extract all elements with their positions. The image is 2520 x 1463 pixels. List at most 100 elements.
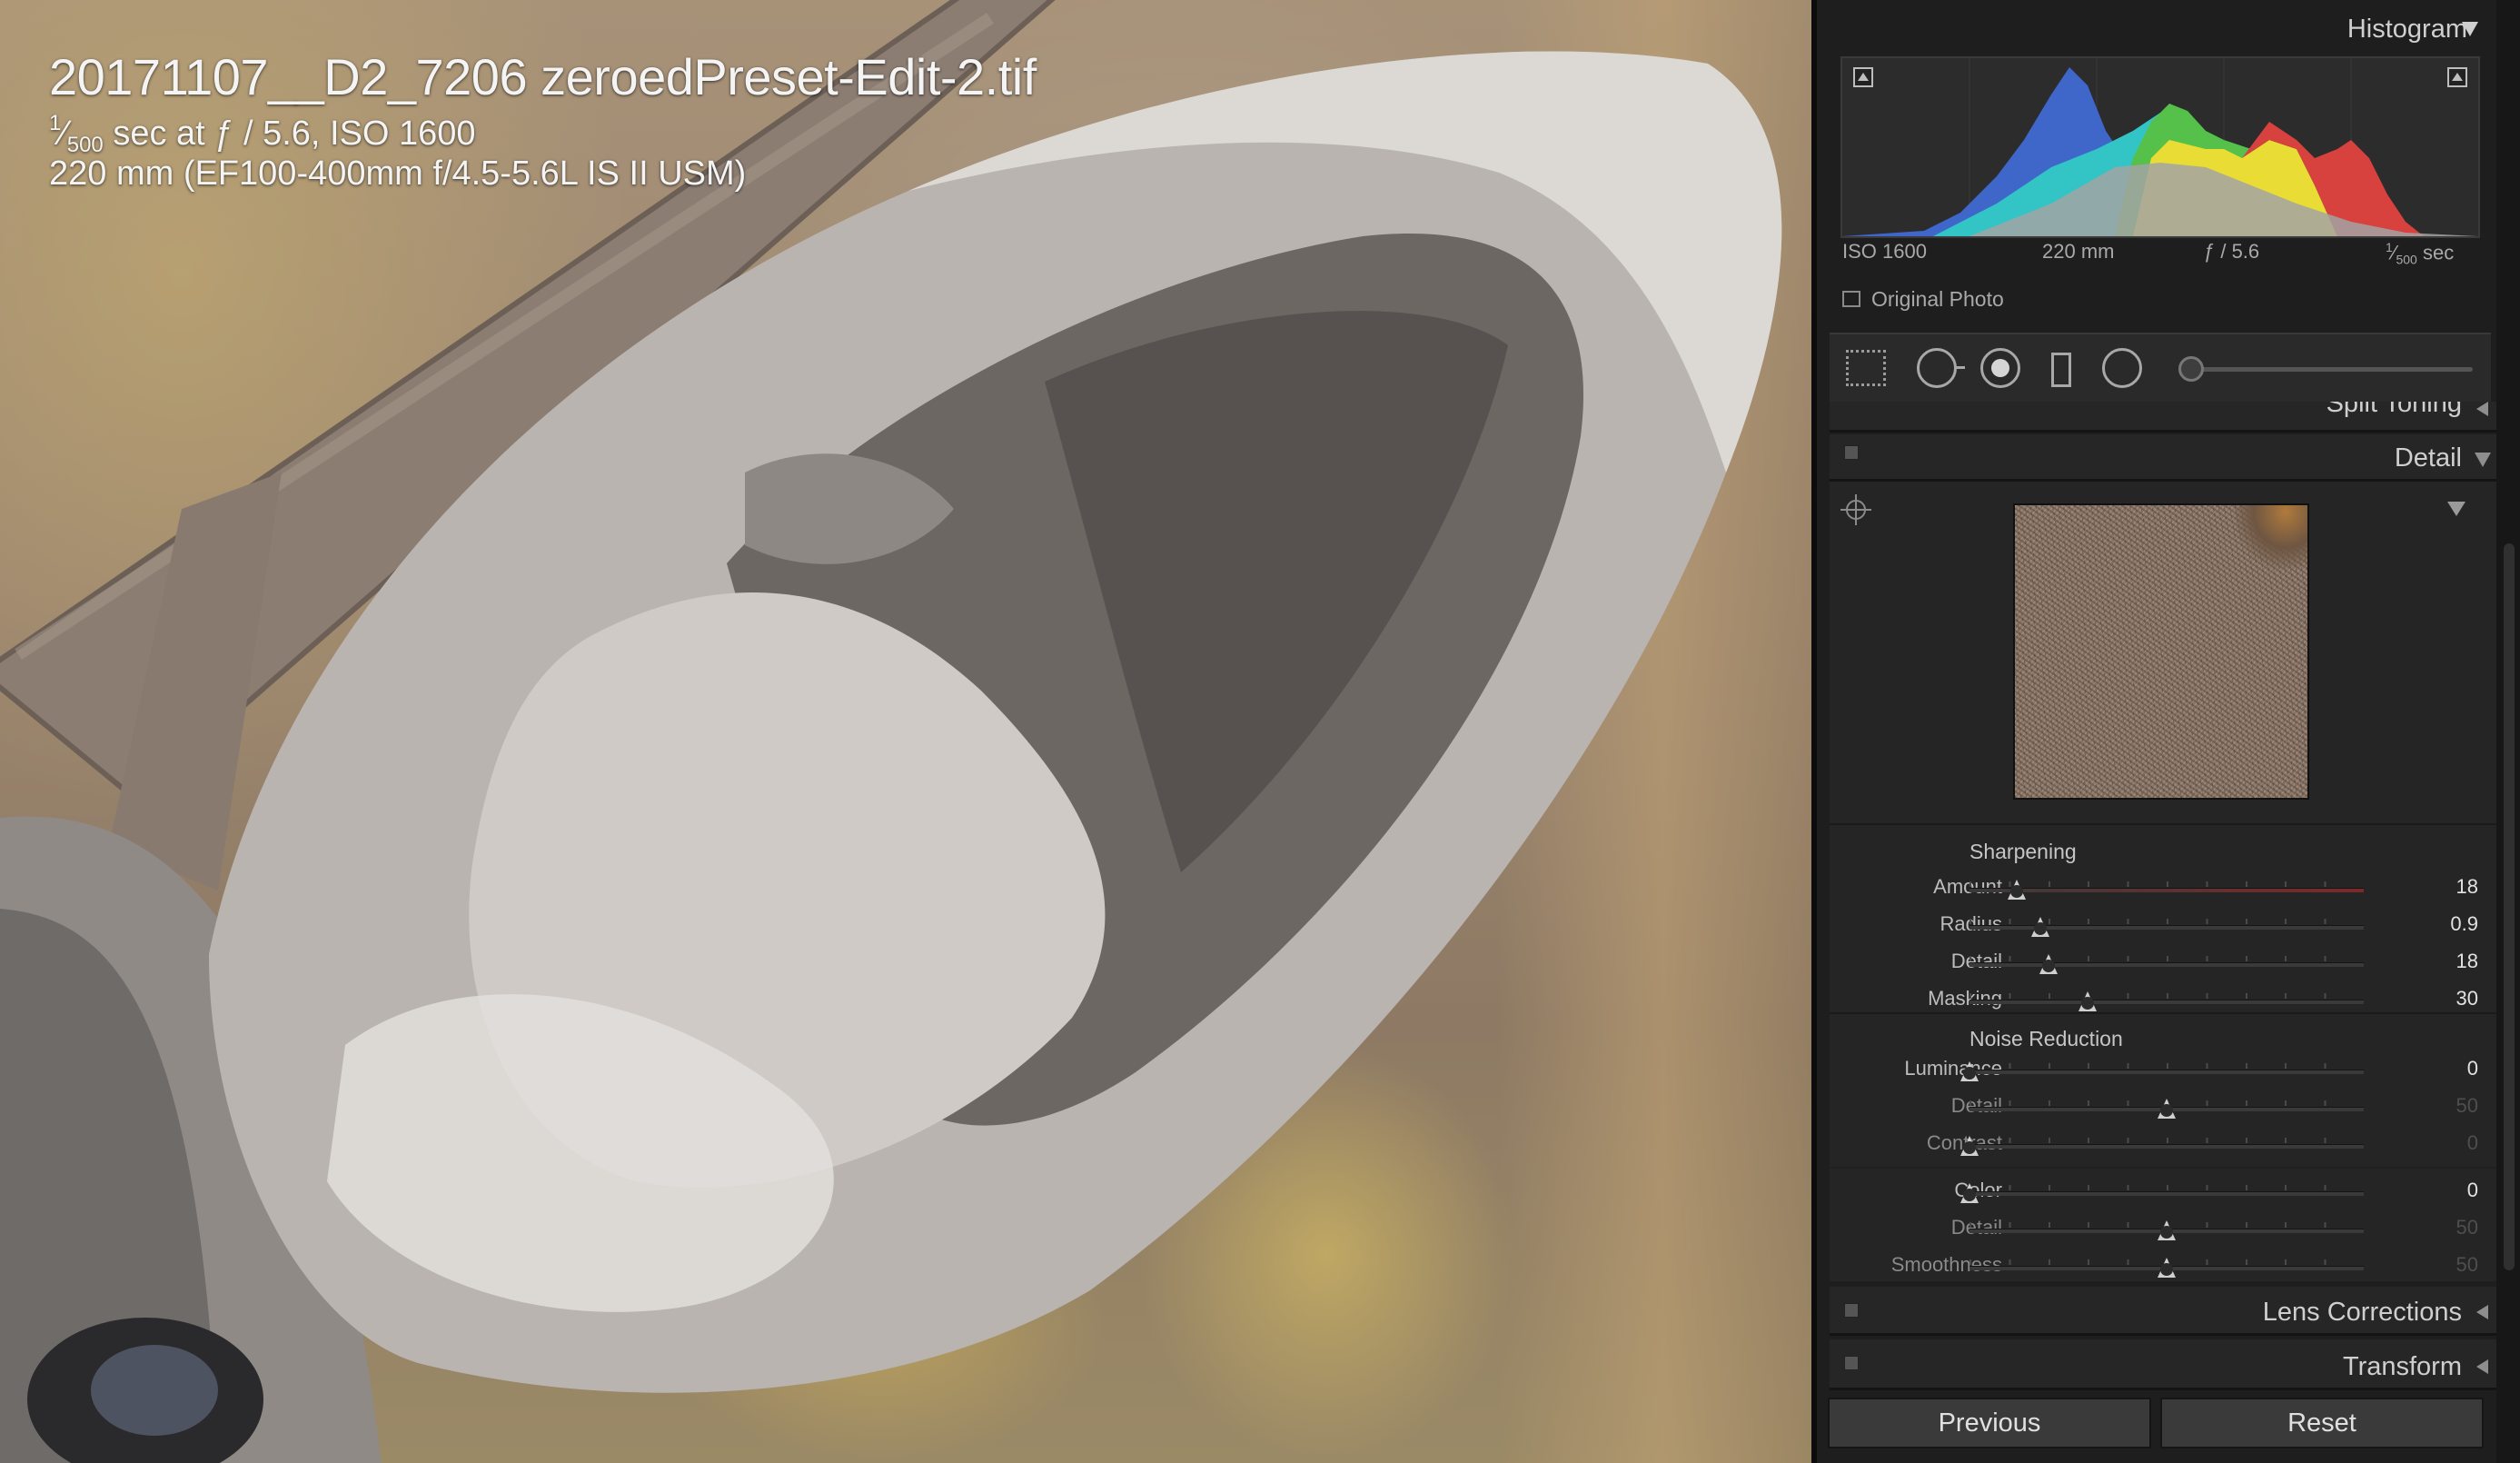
photo-lens-info: 220 mm (EF100-400mm f/4.5-5.6L IS II USM… (49, 154, 747, 193)
detail-panel-body: Sharpening Amount 18 Radius 0.9 Detail 18 Mask… (1830, 482, 2502, 1281)
spot-removal-icon[interactable] (1917, 348, 1965, 388)
slider-track[interactable] (1969, 1000, 2364, 1004)
slider-knob[interactable] (1960, 1061, 1979, 1081)
slider-value[interactable]: 50 (2456, 1216, 2478, 1239)
expand-triangle-icon[interactable] (2476, 1359, 2488, 1374)
graduated-filter-icon[interactable] (2051, 353, 2071, 387)
collapse-triangle-icon[interactable] (2475, 453, 2491, 467)
slider-track[interactable] (1969, 962, 2364, 967)
slider-label: Luminance (1904, 1057, 2002, 1080)
collapse-triangle-icon[interactable] (2462, 22, 2478, 36)
noise-reduction-title: Noise Reduction (1969, 1027, 2123, 1050)
tool-strip (1830, 333, 2491, 403)
slider-value[interactable]: 18 (2456, 950, 2478, 973)
slider-ticks (1969, 1138, 2364, 1143)
transform-header: Transform (2342, 1352, 2462, 1381)
original-photo-checkbox[interactable] (1842, 291, 1860, 307)
photo-exposure-info: 1⁄500 sec at ƒ / 5.6, ISO 1600 (49, 111, 476, 157)
slider-row: Contrast 0 (1830, 1129, 2502, 1161)
slider-knob[interactable] (2031, 917, 2050, 937)
panel-toggle-switch[interactable] (1844, 1356, 1859, 1370)
slider-row: Detail 50 (1830, 1091, 2502, 1124)
slider-value[interactable]: 18 (2456, 875, 2478, 899)
adjustment-brush-slider[interactable] (2191, 367, 2473, 372)
slider-knob[interactable] (2158, 1258, 2176, 1278)
slider-knob[interactable] (1960, 1136, 1979, 1156)
slider-label: Smoothness (1890, 1253, 2002, 1276)
highlight-clipping-toggle[interactable] (2447, 67, 2467, 87)
split-toning-section[interactable]: Split Toning (1830, 402, 2502, 433)
slider-value[interactable]: 50 (2456, 1094, 2478, 1118)
slider-label: Radius (1940, 912, 2002, 936)
red-eye-icon[interactable] (1980, 348, 2020, 388)
divider (1830, 1167, 2502, 1169)
slider-ticks (1969, 993, 2364, 999)
panel-toggle-switch[interactable] (1844, 445, 1859, 460)
shadow-clipping-toggle[interactable] (1853, 67, 1873, 87)
slider-track[interactable] (1969, 925, 2364, 930)
adjustment-brush-icon[interactable] (2178, 356, 2204, 382)
slider-row: Detail 18 (1830, 947, 2502, 980)
slider-knob[interactable] (2079, 991, 2098, 1011)
slider-track[interactable] (1969, 888, 2364, 892)
histogram-focal-length: 220 mm (2042, 240, 2115, 263)
develop-right-panel: Histogram ISO 1600 220 mm ƒ / 5.6 1⁄500 … (1811, 0, 2520, 1463)
photo-canvas[interactable]: 20171107__D2_7206 zeroedPreset-Edit-2.ti… (0, 0, 1811, 1463)
histogram-iso: ISO 1600 (1842, 240, 1927, 263)
slider-knob[interactable] (2039, 954, 2058, 974)
panel-toggle-switch[interactable] (1844, 1303, 1859, 1318)
slider-label: Amount (1933, 875, 2002, 898)
original-photo-label: Original Photo (1871, 287, 2004, 311)
reset-button[interactable]: Reset (2160, 1398, 2484, 1448)
divider (1830, 1012, 2502, 1014)
slider-row: Detail 50 (1830, 1213, 2502, 1246)
lens-corrections-section[interactable]: Lens Corrections (1830, 1287, 2502, 1336)
slider-track[interactable] (1969, 1070, 2364, 1074)
histogram-graph[interactable] (1840, 56, 2480, 238)
previous-button[interactable]: Previous (1828, 1398, 2151, 1448)
slider-value[interactable]: 0 (2467, 1057, 2478, 1080)
panel-scrollbar-thumb[interactable] (2504, 543, 2515, 1270)
slider-knob[interactable] (2158, 1220, 2176, 1240)
detail-preview-thumbnail[interactable] (2013, 503, 2309, 800)
sharpening-title: Sharpening (1969, 840, 2077, 863)
slider-ticks (1969, 1185, 2364, 1190)
histogram-aperture: ƒ / 5.6 (2204, 240, 2260, 263)
histogram-shutter: 1⁄500 sec (2386, 240, 2455, 267)
slider-label: Masking (1928, 987, 2002, 1010)
slider-knob[interactable] (1960, 1183, 1979, 1203)
slider-label: Detail (1951, 1216, 2002, 1239)
target-adjust-icon[interactable] (1840, 494, 1871, 525)
preview-detail (2235, 505, 2307, 569)
slider-ticks (1969, 956, 2364, 961)
lens-corrections-header: Lens Corrections (2262, 1298, 2462, 1327)
crop-overlay-icon[interactable] (1846, 350, 1886, 386)
histogram-chart (1842, 58, 2478, 236)
preview-warning-triangle-icon[interactable] (2447, 502, 2465, 516)
slider-value[interactable]: 30 (2456, 987, 2478, 1010)
histogram-header[interactable]: Histogram (2347, 15, 2467, 45)
radial-filter-icon[interactable] (2102, 348, 2142, 388)
expand-triangle-icon[interactable] (2476, 402, 2488, 416)
slider-track[interactable] (1969, 1191, 2364, 1196)
slider-value[interactable]: 0 (2467, 1131, 2478, 1155)
slider-row: Luminance 0 (1830, 1054, 2502, 1087)
slider-knob[interactable] (2158, 1099, 2176, 1119)
slider-knob[interactable] (2008, 880, 2027, 900)
detail-header: Detail (2394, 443, 2462, 473)
slider-ticks (1969, 881, 2364, 887)
slider-value[interactable]: 50 (2456, 1253, 2478, 1277)
slider-ticks (1969, 1063, 2364, 1069)
slider-row: Color0 (1830, 1176, 2502, 1209)
slider-track[interactable] (1969, 1144, 2364, 1149)
slider-value[interactable]: 0.9 (2450, 912, 2478, 936)
slider-label: Detail (1951, 950, 2002, 973)
expand-triangle-icon[interactable] (2476, 1305, 2488, 1319)
slider-value[interactable]: 0 (2467, 1179, 2478, 1202)
deer-ear-image (0, 0, 1782, 1463)
slider-row: Amount 18 (1830, 872, 2502, 905)
detail-section-header[interactable]: Detail (1830, 434, 2502, 482)
slider-label: Detail (1951, 1094, 2002, 1118)
photo-filename: 20171107__D2_7206 zeroedPreset-Edit-2.ti… (49, 48, 1037, 105)
transform-section[interactable]: Transform (1830, 1339, 2502, 1390)
